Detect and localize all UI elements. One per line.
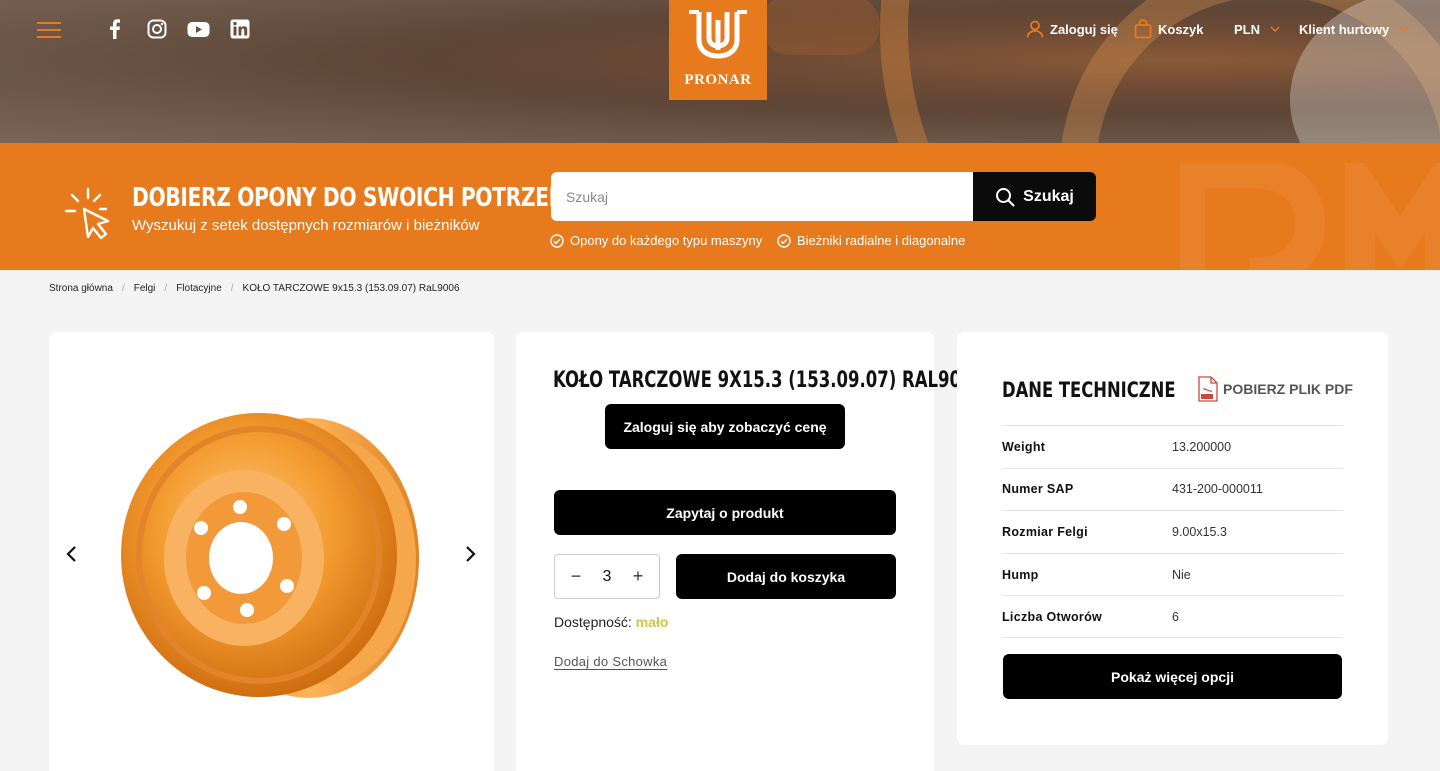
breadcrumb-separator: / xyxy=(230,283,234,294)
search-input[interactable] xyxy=(551,172,973,221)
add-to-wishlist-link[interactable]: Dodaj do Schowka xyxy=(554,654,667,669)
tech-key: Liczba Otworów xyxy=(1002,609,1103,624)
linkedin-icon[interactable] xyxy=(230,19,250,39)
add-to-cart-label: Dodaj do koszyka xyxy=(726,568,846,585)
breadcrumb-separator: / xyxy=(121,283,125,294)
tech-value: 431-200-000011 xyxy=(1172,482,1263,497)
tech-value: 9.00x15.3 xyxy=(1172,524,1227,539)
site-header: PRONAR Zaloguj się Koszyk PLN Klient hur… xyxy=(0,0,1440,143)
quantity-stepper: − 3 + xyxy=(554,554,660,599)
ask-about-product-button[interactable]: Zapytaj o produkt xyxy=(554,490,896,535)
product-info: KOŁO TARCZOWE 9x15.3 (153.09.07) RaL9006… xyxy=(516,332,984,771)
header-background-hub xyxy=(760,0,880,55)
pronar-logo[interactable]: PRONAR xyxy=(669,0,767,100)
table-row: Weight 13.200000 xyxy=(1002,425,1343,468)
show-more-label: Pokaż więcej opcji xyxy=(1111,668,1234,685)
logo-text: PRONAR xyxy=(684,72,752,88)
table-row: Rozmiar Felgi 9.00x15.3 xyxy=(1002,510,1343,553)
tire-search-banner: Dobierz opony do swoich potrzeb Wyszukuj… xyxy=(0,143,1440,270)
table-row: Liczba Otworów 6 xyxy=(1002,595,1343,638)
chevron-down-icon xyxy=(1270,26,1280,32)
chevron-left-icon xyxy=(66,546,76,562)
login-price-label: Zaloguj się aby zobaczyć cenę xyxy=(623,418,827,435)
breadcrumb-current: KOŁO TARCZOWE 9x15.3 (153.09.07) RaL9006 xyxy=(242,283,460,294)
download-pdf-link[interactable]: POBIERZ PLIK PDF xyxy=(1197,376,1353,402)
breadcrumb: Strona główna / Felgi / Flotacyjne / KOŁ… xyxy=(49,283,460,294)
banner-subtitle: Wyszukuj z setek dostępnych rozmiarów i … xyxy=(132,217,480,234)
currency-select[interactable]: PLN xyxy=(1234,19,1280,39)
breadcrumb-rims[interactable]: Felgi xyxy=(134,283,156,294)
feature-tread-types: Bieżniki radialne i diagonalne xyxy=(777,233,965,248)
pdf-file-icon xyxy=(1198,376,1218,402)
hamburger-menu-icon[interactable] xyxy=(37,22,61,38)
login-link[interactable]: Zaloguj się xyxy=(1026,19,1118,39)
pdf-label: POBIERZ PLIK PDF xyxy=(1223,381,1353,397)
login-to-see-price-button[interactable]: Zaloguj się aby zobaczyć cenę xyxy=(605,404,845,449)
quantity-increase-button[interactable]: + xyxy=(631,566,645,587)
quantity-decrease-button[interactable]: − xyxy=(569,566,583,587)
client-type-select[interactable]: Klient hurtowy xyxy=(1299,19,1409,39)
cart-link[interactable]: Koszyk xyxy=(1134,19,1204,39)
tech-value: 6 xyxy=(1172,609,1179,624)
watermark-logo-icon xyxy=(1180,163,1440,270)
currency-value: PLN xyxy=(1234,21,1260,37)
tech-key: Rozmiar Felgi xyxy=(1002,524,1088,539)
tech-key: Weight xyxy=(1002,439,1046,454)
banner-title: Dobierz opony do swoich potrzeb xyxy=(132,183,564,213)
chevron-right-icon xyxy=(466,546,476,562)
login-label: Zaloguj się xyxy=(1050,21,1118,37)
table-row: Hump Nie xyxy=(1002,552,1343,596)
tech-value: 13.200000 xyxy=(1172,439,1232,454)
shopping-bag-icon xyxy=(1134,19,1152,39)
add-to-cart-button[interactable]: Dodaj do koszyka xyxy=(676,554,896,599)
cursor-click-icon xyxy=(64,187,110,240)
availability: Dostępność: mało xyxy=(554,614,668,630)
youtube-icon[interactable] xyxy=(187,19,210,39)
feature-machine-types: Opony do każdego typu maszyny xyxy=(550,233,762,248)
product-title: KOŁO TARCZOWE 9x15.3 (153.09.07) RaL9006 xyxy=(553,368,984,393)
instagram-icon[interactable] xyxy=(147,19,167,39)
tech-title: Dane techniczne xyxy=(1002,378,1176,402)
availability-label: Dostępność: xyxy=(554,614,632,630)
availability-value: mało xyxy=(635,614,669,630)
check-badge-icon xyxy=(550,233,564,248)
tech-key: Hump xyxy=(1002,567,1039,582)
show-more-options-button[interactable]: Pokaż więcej opcji xyxy=(1003,654,1342,699)
tech-table: Weight 13.200000 Numer SAP 431-200-00001… xyxy=(1002,425,1343,638)
client-type-value: Klient hurtowy xyxy=(1299,21,1390,37)
facebook-icon[interactable] xyxy=(105,19,125,39)
user-icon xyxy=(1026,20,1044,38)
ask-label: Zapytaj o produkt xyxy=(666,504,784,521)
tech-value: Nie xyxy=(1172,567,1191,582)
search-icon xyxy=(996,187,1015,206)
feature-label: Bieżniki radialne i diagonalne xyxy=(797,233,966,248)
feature-label: Opony do każdego typu maszyny xyxy=(570,233,763,248)
chevron-down-icon xyxy=(1399,26,1409,32)
gallery-next-button[interactable] xyxy=(460,544,480,564)
search-button-label: Szukaj xyxy=(1023,187,1074,205)
cart-label: Koszyk xyxy=(1158,21,1204,37)
product-image-wheel xyxy=(121,413,419,698)
tech-key: Numer SAP xyxy=(1002,482,1074,497)
product-gallery xyxy=(49,332,494,771)
table-row: Numer SAP 431-200-000011 xyxy=(1002,467,1343,511)
check-badge-icon xyxy=(777,233,791,248)
quantity-value[interactable]: 3 xyxy=(603,568,612,586)
search-button[interactable]: Szukaj xyxy=(973,172,1096,221)
breadcrumb-home[interactable]: Strona główna xyxy=(49,283,113,294)
technical-data: Dane techniczne POBIERZ PLIK PDF Weight … xyxy=(957,332,1388,745)
gallery-prev-button[interactable] xyxy=(62,544,82,564)
breadcrumb-flotation[interactable]: Flotacyjne xyxy=(176,283,222,294)
breadcrumb-separator: / xyxy=(164,283,168,294)
logo-mark-icon xyxy=(689,10,747,59)
